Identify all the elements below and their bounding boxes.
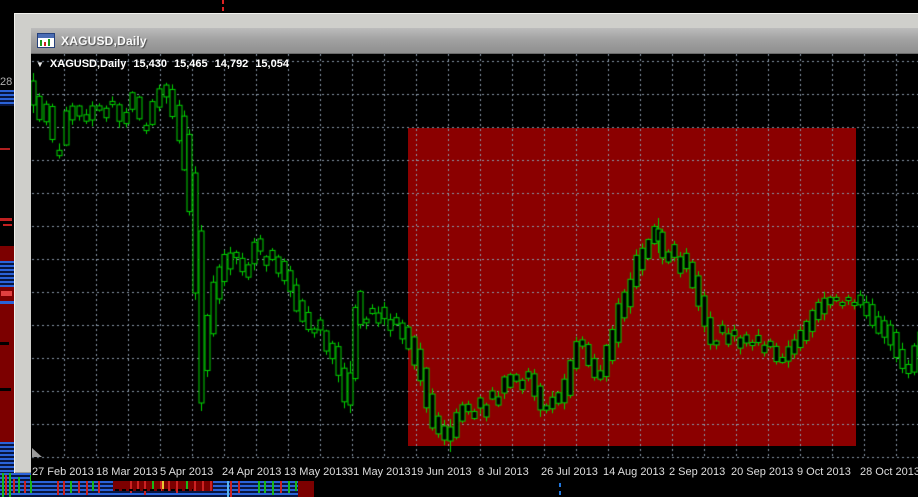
background-candle-tick <box>18 477 20 493</box>
background-red-dashed-line <box>222 0 224 13</box>
background-left-strip-block <box>0 388 11 391</box>
background-chart-left-sliver[interactable]: 28 <box>0 0 14 473</box>
background-candle-tick <box>13 479 15 493</box>
background-black-dashed-line <box>115 489 193 491</box>
window-title: XAGUSD,Daily <box>61 33 147 48</box>
background-left-strip-block <box>0 301 14 304</box>
x-axis-date-label: 26 Jul 2013 <box>541 466 598 478</box>
x-axis-date-label: 8 Jul 2013 <box>478 466 529 478</box>
background-candle-tick <box>9 473 11 497</box>
x-axis-date-label: 18 Mar 2013 <box>96 466 158 478</box>
legend-close: 15,054 <box>255 58 289 70</box>
icon-green-bar <box>40 40 42 46</box>
x-axis[interactable]: 27 Feb 2013 18 Mar 2013 5 Apr 2013 24 Apr 2… <box>31 457 918 481</box>
x-axis-date-label: 20 Sep 2013 <box>731 466 794 478</box>
background-left-strip-block <box>3 224 12 226</box>
price-candles-canvas[interactable] <box>31 54 918 481</box>
icon-green-bar2 <box>48 39 50 46</box>
x-axis-date-label: 28 Oct 2013 <box>860 466 918 478</box>
x-axis-date-label: 2 Sep 2013 <box>669 466 726 478</box>
x-axis-date-label: 31 May 2013 <box>347 466 411 478</box>
chart-plot-area[interactable]: ▼ XAGUSD,Daily 15,430 15,465 14,792 15,0… <box>31 54 918 481</box>
x-axis-date-label: 5 Apr 2013 <box>160 466 214 478</box>
background-candle-tick <box>24 481 26 493</box>
background-left-strip-block <box>0 442 14 473</box>
x-axis-date-label: 9 Oct 2013 <box>797 466 851 478</box>
chart-scroll-marker-icon <box>32 448 42 457</box>
background-left-strip-block <box>1 291 12 296</box>
legend-symbol: XAGUSD,Daily <box>49 58 127 70</box>
background-candle-tick <box>264 479 266 493</box>
x-axis-date-label: 13 May 2013 <box>284 466 348 478</box>
background-price-label: 28 <box>0 76 13 88</box>
background-left-strip-block <box>0 261 14 287</box>
background-left-strip-block <box>0 90 14 106</box>
background-left-strip-block <box>0 218 12 221</box>
background-candle-tick <box>2 473 4 497</box>
chart-window: XAGUSD,Daily ▼ XAGUSD,Daily 15,430 15,46… <box>14 13 918 481</box>
chart-legend: ▼ XAGUSD,Daily 15,430 15,465 14,792 15,0… <box>36 58 289 70</box>
background-left-strip-block <box>0 342 9 345</box>
background-candle-tick <box>70 479 72 493</box>
icon-red-bar <box>44 42 46 46</box>
legend-expander-icon[interactable]: ▼ <box>36 60 44 69</box>
x-axis-date-label: 27 Feb 2013 <box>32 466 94 478</box>
x-axis-date-label: 14 Aug 2013 <box>603 466 665 478</box>
chart-window-titlebar[interactable]: XAGUSD,Daily <box>31 28 918 54</box>
chart-window-icon[interactable] <box>37 33 55 48</box>
background-candle-tick <box>5 475 7 495</box>
icon-titlebar-stripe <box>38 34 54 38</box>
legend-open: 15,430 <box>133 58 167 70</box>
x-axis-date-label: 19 Jun 2013 <box>411 466 472 478</box>
background-left-strip-block <box>0 148 10 150</box>
metatrader-workspace: 28 XAGUSD,Daily ▼ XAGUSD,Daily 15,430 15… <box>0 0 918 497</box>
legend-high: 15,465 <box>174 58 208 70</box>
legend-low: 14,792 <box>214 58 249 70</box>
x-axis-date-label: 24 Apr 2013 <box>222 466 282 478</box>
